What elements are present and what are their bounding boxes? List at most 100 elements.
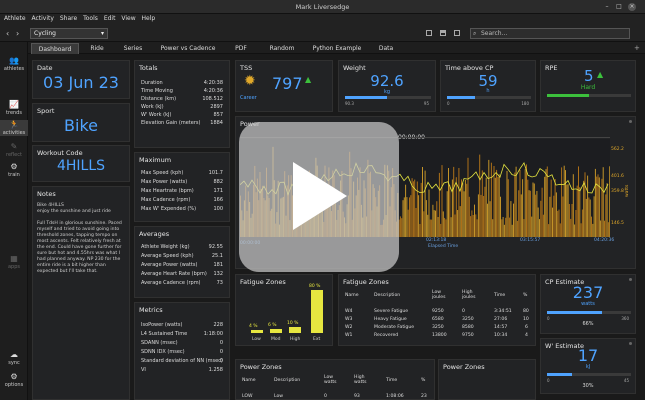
close-icon[interactable]: × — [628, 3, 636, 11]
power-sample — [483, 196, 485, 237]
power-sample — [580, 223, 582, 237]
stat-row: VI 1.258 — [141, 367, 223, 373]
power-sample — [489, 201, 491, 237]
sidebar-toggle-icon[interactable] — [426, 30, 432, 36]
maximum-tile: Maximum Max Speed (kph) 101.7 Max Power (… — [134, 152, 230, 222]
power-sample — [401, 218, 403, 237]
sport-select[interactable]: Cycling ▾ — [30, 28, 108, 39]
power-sample — [516, 220, 518, 237]
power-sample — [601, 178, 603, 237]
stat-row: Average Cadence (rpm) 73 — [141, 280, 223, 286]
sidebar-item-options[interactable]: ⚙ options — [0, 372, 28, 388]
forward-icon[interactable]: › — [16, 29, 19, 38]
power-sample — [519, 169, 521, 237]
power-sample — [515, 166, 517, 237]
tab-pdf[interactable]: PDF — [228, 43, 254, 54]
workout-code-value: 4HILLS — [56, 158, 106, 174]
play-button[interactable] — [239, 122, 399, 272]
cp-value: 237 — [572, 283, 604, 302]
time-above-cp-gauge — [447, 96, 531, 99]
power-sample — [533, 183, 535, 237]
stat-value: 166 — [213, 197, 223, 203]
power-sample — [526, 164, 527, 237]
y-tick-label: 401.6 — [611, 174, 624, 179]
layout-icon[interactable] — [454, 30, 460, 36]
stat-label: Time Moving — [141, 88, 173, 94]
power-sample — [562, 196, 564, 237]
rpe-value: 5 — [584, 67, 594, 85]
power-sample — [542, 214, 544, 237]
tab-python-example[interactable]: Python Example — [308, 43, 366, 54]
sidebar-item-sync[interactable]: ☁ sync — [0, 350, 28, 366]
back-icon[interactable]: ‹ — [6, 29, 9, 38]
power-sample — [559, 223, 561, 237]
tss-value: 797 — [272, 74, 303, 93]
menu-edit[interactable]: Edit — [104, 14, 116, 24]
sidebar-item-activities[interactable]: 🏃 activities — [0, 120, 28, 136]
power-sample — [498, 174, 500, 237]
tab-random[interactable]: Random — [264, 43, 300, 54]
tile-title: Workout Code — [37, 149, 83, 157]
bottom-panel-icon[interactable] — [440, 30, 446, 36]
bar-category-label: Mod — [271, 337, 281, 342]
power-sample — [492, 219, 494, 237]
power-sample — [578, 166, 579, 237]
sidebar-item-trends[interactable]: 📈 trends — [0, 100, 28, 116]
table-cell: 3250 — [432, 325, 444, 330]
tile-menu-icon[interactable] — [629, 120, 632, 123]
minimize-icon[interactable]: – — [603, 3, 611, 11]
power-sample — [449, 185, 451, 237]
y-tick-label: 562.2 — [611, 147, 624, 152]
sidebar-item-train[interactable]: ⚙ train — [0, 162, 28, 178]
tab-bar: Dashboard Ride Series Power vs Cadence P… — [28, 42, 645, 54]
tile-menu-icon[interactable] — [629, 342, 632, 345]
table-cell: Moderate Fatigue — [374, 325, 415, 330]
tab-ride[interactable]: Ride — [82, 43, 112, 54]
notes-line: enjoy the sunshine and just ride — [37, 209, 111, 214]
menu-tools[interactable]: Tools — [83, 14, 98, 24]
menu-athlete[interactable]: Athlete — [4, 14, 26, 24]
fatigue-zones-chart-tile: Fatigue Zones 4 % 6 % 10 % 80 % Low Mod … — [235, 274, 333, 346]
tile-menu-icon[interactable] — [629, 278, 632, 281]
tile-title: Date — [37, 64, 53, 72]
stat-label: Average Cadence (rpm) — [141, 280, 201, 286]
menu-help[interactable]: Help — [142, 14, 156, 24]
power-sample — [591, 216, 592, 237]
stat-label: Max W' Expended (%) — [141, 206, 197, 212]
y-axis-label: watts — [625, 184, 630, 197]
bar-value-label: 80 % — [309, 284, 321, 289]
stat-label: Average Power (watts) — [141, 262, 198, 268]
table-cell: W4 — [345, 309, 353, 314]
maximize-icon[interactable]: □ — [615, 3, 623, 11]
menu-share[interactable]: Share — [60, 14, 77, 24]
power-sample — [563, 165, 565, 237]
sidebar-item-athletes[interactable]: 👥 athletes — [0, 56, 28, 72]
add-tab-icon[interactable]: + — [634, 44, 640, 52]
tab-dashboard[interactable]: Dashboard — [31, 43, 79, 54]
power-sample — [474, 204, 475, 237]
menu-activity[interactable]: Activity — [31, 14, 53, 24]
search-input[interactable]: ⌕ Search... — [470, 28, 630, 39]
tab-data[interactable]: Data — [374, 43, 398, 54]
power-sample — [435, 210, 436, 237]
weight-gauge — [345, 96, 431, 99]
stat-row: Work (kJ) 2897 — [141, 104, 223, 110]
table-cell: W2 — [345, 325, 353, 330]
power-sample — [399, 216, 401, 237]
power-sample — [583, 180, 585, 237]
table-cell: 27:06 — [494, 317, 508, 322]
table-cell: Low — [274, 394, 284, 399]
rpe-label: Hard — [580, 84, 596, 91]
menu-view[interactable]: View — [121, 14, 135, 24]
power-sample — [527, 179, 529, 237]
table-cell: 3:34:51 — [494, 309, 512, 314]
tab-series[interactable]: Series — [116, 43, 150, 54]
x-tick-label: 02:13:18 — [426, 238, 447, 243]
sidebar-item-apps[interactable]: ▦ apps — [0, 254, 28, 270]
power-sample — [501, 219, 503, 237]
y-tick-label: 146.5 — [611, 221, 624, 226]
wprime-value: 17 — [577, 346, 599, 365]
tab-power-vs-cadence[interactable]: Power vs Cadence — [158, 43, 218, 54]
sidebar-item-reflect[interactable]: ✎ reflect — [0, 142, 28, 158]
stat-row: Average Power (watts) 181 — [141, 262, 223, 268]
